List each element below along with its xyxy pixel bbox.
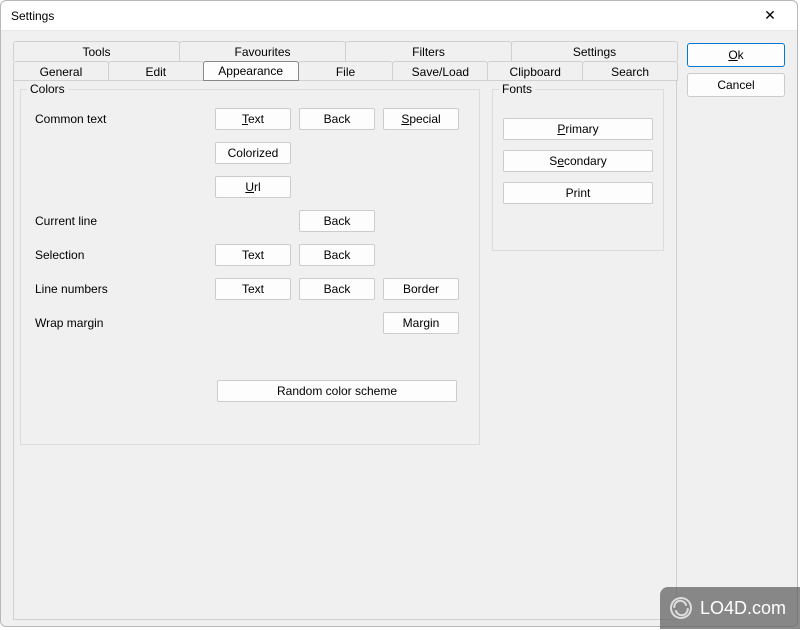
btn-linenum-border[interactable]: Border xyxy=(383,278,459,300)
btn-url[interactable]: Url xyxy=(215,176,291,198)
btn-font-primary[interactable]: Primary xyxy=(503,118,653,140)
settings-window: Settings ✕ Tools Favourites Filters Sett… xyxy=(0,0,798,627)
window-title: Settings xyxy=(11,9,54,23)
tab-filters[interactable]: Filters xyxy=(345,41,512,61)
label-common-text: Common text xyxy=(35,112,106,126)
tab-favourites[interactable]: Favourites xyxy=(179,41,346,61)
tab-save-load[interactable]: Save/Load xyxy=(392,61,488,81)
close-icon: ✕ xyxy=(764,7,776,24)
tab-tools[interactable]: Tools xyxy=(13,41,180,61)
btn-font-secondary[interactable]: Secondary xyxy=(503,150,653,172)
dialog-buttons: Ok Cancel xyxy=(687,41,785,620)
btn-currentline-back[interactable]: Back xyxy=(299,210,375,232)
tab-general[interactable]: General xyxy=(13,61,109,81)
btn-colorized[interactable]: Colorized xyxy=(215,142,291,164)
colors-legend: Colors xyxy=(27,82,68,96)
tab-edit[interactable]: Edit xyxy=(108,61,204,81)
tab-content: Colors Common text Text Back Special Col… xyxy=(13,80,677,620)
tab-row-bottom: General Edit Appearance File Save/Load C… xyxy=(13,61,677,81)
label-current-line: Current line xyxy=(35,214,97,228)
btn-selection-text[interactable]: Text xyxy=(215,244,291,266)
btn-linenum-text[interactable]: Text xyxy=(215,278,291,300)
watermark-icon xyxy=(667,595,694,622)
tab-file[interactable]: File xyxy=(298,61,394,81)
colors-group: Colors Common text Text Back Special Col… xyxy=(20,89,480,445)
label-selection: Selection xyxy=(35,248,84,262)
btn-margin[interactable]: Margin xyxy=(383,312,459,334)
tab-row-top: Tools Favourites Filters Settings xyxy=(13,41,677,61)
btn-linenum-back[interactable]: Back xyxy=(299,278,375,300)
close-button[interactable]: ✕ xyxy=(751,3,789,29)
titlebar: Settings ✕ xyxy=(1,1,797,31)
label-line-numbers: Line numbers xyxy=(35,282,108,296)
fonts-inner: Primary Secondary Print xyxy=(501,106,655,204)
fonts-legend: Fonts xyxy=(499,82,535,96)
btn-common-special[interactable]: Special xyxy=(383,108,459,130)
fonts-group: Fonts Primary Secondary Print xyxy=(492,89,664,251)
tab-clipboard[interactable]: Clipboard xyxy=(487,61,583,81)
label-wrap-margin: Wrap margin xyxy=(35,316,103,330)
watermark: LO4D.com xyxy=(660,587,800,629)
tabs-panel: Tools Favourites Filters Settings Genera… xyxy=(13,41,677,620)
watermark-text: LO4D.com xyxy=(700,598,786,619)
btn-font-print[interactable]: Print xyxy=(503,182,653,204)
btn-random-color-scheme[interactable]: Random color scheme xyxy=(217,380,457,402)
cancel-button[interactable]: Cancel xyxy=(687,73,785,97)
content-area: Tools Favourites Filters Settings Genera… xyxy=(1,31,797,630)
tab-search[interactable]: Search xyxy=(582,61,678,81)
tab-appearance[interactable]: Appearance xyxy=(203,61,299,81)
tab-settings[interactable]: Settings xyxy=(511,41,678,61)
btn-selection-back[interactable]: Back xyxy=(299,244,375,266)
btn-common-back[interactable]: Back xyxy=(299,108,375,130)
btn-common-text[interactable]: Text xyxy=(215,108,291,130)
ok-button[interactable]: Ok xyxy=(687,43,785,67)
